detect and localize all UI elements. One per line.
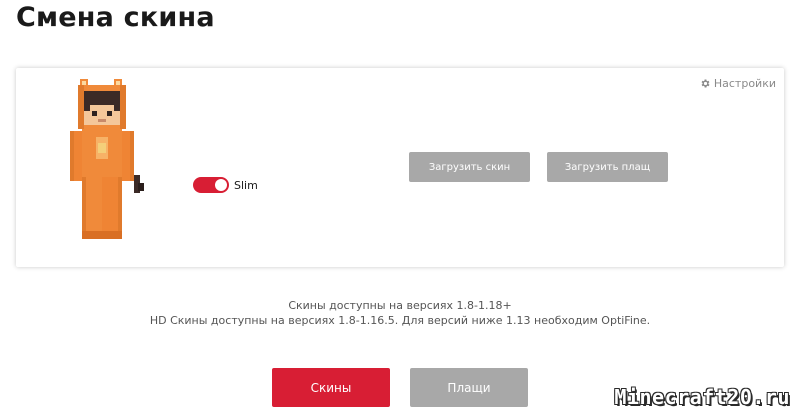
gear-icon xyxy=(700,78,711,89)
watermark: Minecraft20.ru xyxy=(614,385,790,409)
versions-info: Скины доступны на версиях 1.8-1.18+ xyxy=(288,299,512,312)
page-title: Смена скина xyxy=(16,2,215,33)
slim-toggle-label: Slim xyxy=(234,178,258,192)
upload-skin-button[interactable]: Загрузить скин xyxy=(409,152,530,182)
settings-label: Настройки xyxy=(713,77,776,90)
skin-card: Настройки Slim Загрузить скин Загрузить … xyxy=(16,68,784,267)
slim-toggle[interactable]: Slim xyxy=(193,177,258,193)
tab-capes[interactable]: Плащи xyxy=(410,368,528,407)
hd-versions-info: HD Скины доступны на версиях 1.8-1.16.5.… xyxy=(149,314,651,327)
settings-link[interactable]: Настройки xyxy=(700,77,776,90)
tab-skins[interactable]: Скины xyxy=(272,368,390,407)
toggle-knob xyxy=(215,179,227,191)
slim-toggle-switch[interactable] xyxy=(193,177,229,193)
skin-preview xyxy=(60,75,150,243)
upload-cape-button[interactable]: Загрузить плащ xyxy=(547,152,668,182)
